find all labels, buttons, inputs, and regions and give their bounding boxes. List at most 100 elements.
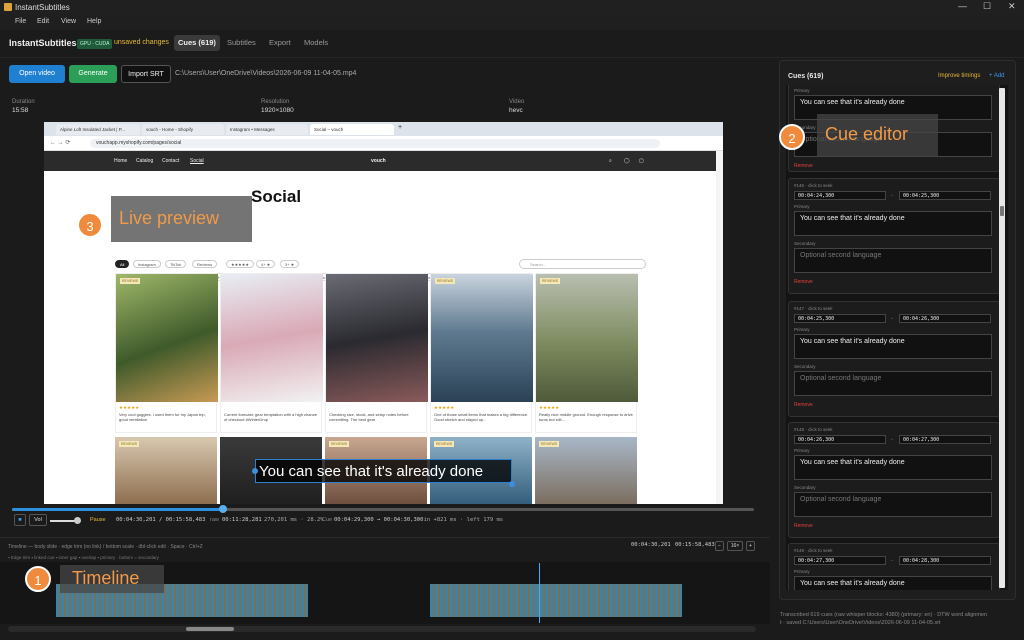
primary-text-field[interactable]: You can see that it's already done bbox=[794, 334, 992, 359]
tab-export[interactable]: Export bbox=[265, 35, 295, 51]
remove-cue-button[interactable]: Remove bbox=[794, 279, 813, 285]
resolution-value: 1920×1080 bbox=[261, 107, 294, 114]
video-preview[interactable]: Alpine Loft Insulated Jacket | P... vouc… bbox=[44, 122, 723, 504]
cue-list[interactable]: Primary You can see that it's already do… bbox=[786, 85, 1008, 590]
app-header: InstantSubtitles GPU · CUDA unsaved chan… bbox=[0, 30, 1024, 58]
subtitle-resize-handle[interactable] bbox=[252, 468, 258, 474]
cue-item[interactable]: #148 · click to seek 00:04:26,300 → 00:0… bbox=[788, 422, 1000, 538]
cue-start-time[interactable]: 00:04:25,300 bbox=[794, 314, 886, 323]
cue-seek-label[interactable]: #146 · click to seek bbox=[794, 183, 833, 188]
open-video-button[interactable]: Open video bbox=[9, 65, 65, 83]
site-cart-icon: ▢ bbox=[639, 158, 644, 164]
primary-label: Primary bbox=[794, 88, 810, 93]
title-bar: InstantSubtitles — ☐ ✕ bbox=[0, 0, 1024, 14]
pause-button[interactable]: Pause bbox=[90, 517, 106, 523]
menu-help[interactable]: Help bbox=[87, 18, 101, 25]
live-preview-callout-text: Live preview bbox=[119, 208, 220, 228]
volume-label[interactable]: Vol bbox=[29, 514, 47, 526]
cue-item[interactable]: #147 · click to seek 00:04:25,300 → 00:0… bbox=[788, 301, 1000, 417]
cue-seek-label[interactable]: #149 · click to seek bbox=[794, 548, 833, 553]
cue-editor-callout-text: Cue editor bbox=[825, 124, 909, 144]
seek-bar-handle[interactable] bbox=[219, 505, 227, 513]
resolution-label: Resolution bbox=[261, 99, 290, 105]
cue-end-time[interactable]: 00:04:28,300 bbox=[899, 556, 991, 565]
cue-seek-label[interactable]: #147 · click to seek bbox=[794, 306, 833, 311]
social-card: REVIEWS ★★★★★ Very cool goggles. I used … bbox=[115, 273, 218, 433]
cue-start-time[interactable]: 00:04:27,300 bbox=[794, 556, 886, 565]
tab-models[interactable]: Models bbox=[300, 35, 332, 51]
timeline-hint: Timeline — body slide · edge trim (no li… bbox=[8, 544, 203, 550]
primary-text-field[interactable]: You can see that it's already done bbox=[794, 455, 992, 480]
tab-cues[interactable]: Cues (619) bbox=[174, 35, 220, 51]
social-card: Current forecast: gear temptation with a… bbox=[220, 273, 323, 433]
stop-button[interactable]: ■ bbox=[14, 514, 26, 526]
menu-file[interactable]: File bbox=[15, 18, 26, 25]
remove-cue-button[interactable]: Remove bbox=[794, 163, 813, 169]
app-icon bbox=[4, 3, 12, 11]
card-image bbox=[115, 437, 217, 504]
timeline-playhead[interactable] bbox=[539, 563, 540, 623]
timeline-callout-text: Timeline bbox=[72, 568, 140, 588]
social-card: REVIEWS ★★★★★ One of those small items t… bbox=[430, 273, 533, 433]
maximize-button[interactable]: ☐ bbox=[983, 1, 991, 12]
cue-list-scrollbar[interactable] bbox=[999, 88, 1005, 588]
browser-tab-active: Social – vouch bbox=[310, 124, 394, 135]
playback-stats: 270,201 ms · 28.2% bbox=[264, 517, 324, 523]
site-search-input: Search... bbox=[519, 259, 646, 269]
improve-timings-button[interactable]: Improve timings bbox=[938, 73, 980, 79]
cue-item[interactable]: #149 · click to seek 00:04:27,300 → 00:0… bbox=[788, 543, 1000, 590]
cue-list-scrollbar-thumb[interactable] bbox=[1000, 206, 1004, 216]
minimize-button[interactable]: — bbox=[958, 1, 967, 11]
card-badge: REVIEWS bbox=[329, 441, 350, 447]
close-button[interactable]: ✕ bbox=[1008, 1, 1016, 12]
card-image bbox=[116, 274, 218, 402]
cue-item[interactable]: #146 · click to seek 00:04:24,300 → 00:0… bbox=[788, 178, 1000, 294]
arrow-icon: → bbox=[889, 436, 894, 442]
primary-text-field[interactable]: You can see that it's already done bbox=[794, 211, 992, 236]
cue-end-time[interactable]: 00:04:26,300 bbox=[899, 314, 991, 323]
remove-cue-button[interactable]: Remove bbox=[794, 523, 813, 529]
zoom-level[interactable]: 16× bbox=[727, 541, 743, 551]
browser-nav-icons: ← → ⟳ bbox=[50, 140, 71, 146]
video-codec-label: Video bbox=[509, 99, 525, 105]
volume-slider-handle[interactable] bbox=[74, 517, 81, 524]
subtitle-overlay[interactable]: You can see that it's already done bbox=[255, 459, 512, 483]
card-badge: REVIEWS bbox=[434, 441, 455, 447]
timeline-scrollbar[interactable] bbox=[8, 626, 756, 632]
browser-tab: Alpine Loft Insulated Jacket | P... bbox=[56, 124, 140, 135]
cue-start-time[interactable]: 00:04:24,300 bbox=[794, 191, 886, 200]
site-account-icon: ◯ bbox=[624, 158, 630, 164]
status-line-1: Transcribed 619 cues (raw whisper blocks… bbox=[780, 612, 988, 618]
menu-edit[interactable]: Edit bbox=[37, 18, 49, 25]
cue-block-cluster[interactable] bbox=[430, 584, 682, 617]
site-search-icon: ⌕ bbox=[609, 158, 612, 164]
add-cue-button[interactable]: + Add bbox=[989, 73, 1005, 79]
brand-title: InstantSubtitles bbox=[9, 38, 77, 48]
menu-view[interactable]: View bbox=[61, 18, 76, 25]
secondary-text-field[interactable]: Optional second language bbox=[794, 371, 992, 396]
site-heading: Social bbox=[251, 187, 302, 206]
playback-time: 00:04:30,201 / 00:15:58,483 bbox=[116, 517, 206, 523]
tab-subtitles[interactable]: Subtitles bbox=[223, 35, 260, 51]
timeline-scrollbar-thumb[interactable] bbox=[186, 627, 234, 631]
generate-button[interactable]: Generate bbox=[69, 65, 117, 83]
remove-cue-button[interactable]: Remove bbox=[794, 402, 813, 408]
secondary-text-field[interactable]: Optional second language bbox=[794, 248, 992, 273]
card-stars: ★★★★★ bbox=[119, 405, 140, 410]
zoom-out-button[interactable]: − bbox=[715, 541, 724, 551]
secondary-label: Secondary bbox=[794, 241, 816, 246]
timeline-total-time: 00:15:58,483 bbox=[675, 542, 715, 548]
card-badge: REVIEWS bbox=[539, 441, 560, 447]
secondary-text-field[interactable]: Optional second language bbox=[794, 492, 992, 517]
video-codec-value: hevc bbox=[509, 107, 523, 114]
cue-seek-label[interactable]: #148 · click to seek bbox=[794, 427, 833, 432]
import-srt-button[interactable]: Import SRT bbox=[121, 65, 171, 83]
cue-end-time[interactable]: 00:04:25,300 bbox=[899, 191, 991, 200]
zoom-in-button[interactable]: + bbox=[746, 541, 755, 551]
status-line-2: t · saved C:\Users\User\OneDrive\Videos\… bbox=[780, 620, 941, 626]
social-card: REVIEWS ★★★★★ Really nice middle ground.… bbox=[535, 273, 638, 433]
cue-start-time[interactable]: 00:04:26,300 bbox=[794, 435, 886, 444]
cue-end-time[interactable]: 00:04:27,300 bbox=[899, 435, 991, 444]
primary-text-field[interactable]: You can see that it's already done bbox=[794, 576, 992, 590]
subtitle-resize-handle[interactable] bbox=[509, 481, 515, 487]
